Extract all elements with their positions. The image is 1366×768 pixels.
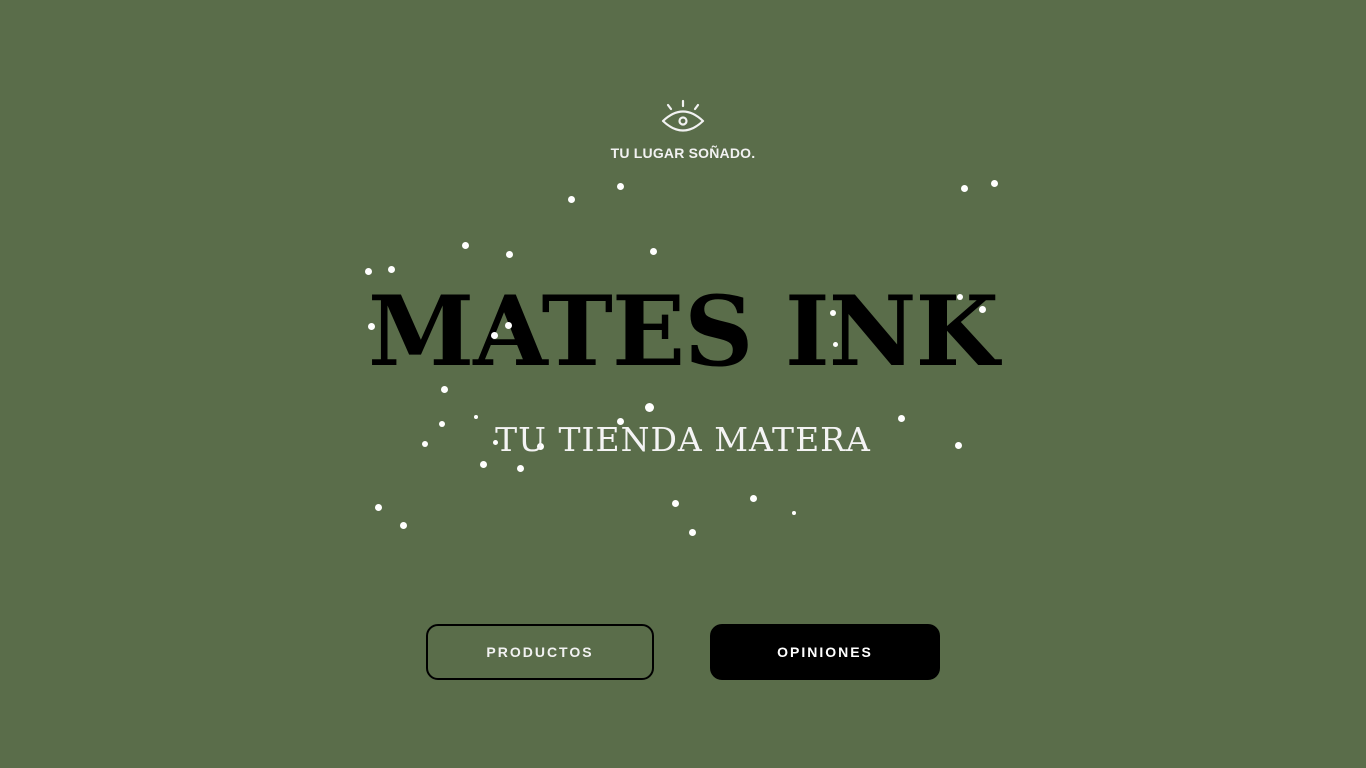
sparkle-dot xyxy=(568,196,575,203)
sparkle-dot xyxy=(792,511,796,515)
sparkle-dot xyxy=(961,185,968,192)
eye-icon xyxy=(661,99,705,132)
sparkle-dot xyxy=(375,504,382,511)
sparkle-dot xyxy=(462,242,469,249)
sparkle-dot xyxy=(830,310,836,316)
sparkle-dot xyxy=(506,251,513,258)
sparkle-dot xyxy=(689,529,696,536)
sparkle-dot xyxy=(480,461,487,468)
products-button[interactable]: PRODUCTOS xyxy=(426,624,654,680)
sparkle-dot xyxy=(645,403,654,412)
sparkle-dot xyxy=(672,500,679,507)
brand-subtitle: TU TIENDA MATERA xyxy=(495,420,871,459)
sparkle-dot xyxy=(991,180,998,187)
reviews-button[interactable]: OPINIONES xyxy=(710,624,940,680)
sparkle-dot xyxy=(505,322,512,329)
hero-section: TU LUGAR SOÑADO. MATES INK TU TIENDA MAT… xyxy=(0,0,1366,768)
sparkle-dot xyxy=(750,495,757,502)
brand-title: MATES INK xyxy=(368,275,999,388)
sparkle-dot xyxy=(400,522,407,529)
sparkle-dot xyxy=(617,183,624,190)
sparkle-dot xyxy=(491,332,498,339)
sparkle-dot xyxy=(833,342,838,347)
sparkle-dot xyxy=(517,465,524,472)
sparkle-dot xyxy=(650,248,657,255)
hero-tagline: TU LUGAR SOÑADO. xyxy=(610,145,756,161)
